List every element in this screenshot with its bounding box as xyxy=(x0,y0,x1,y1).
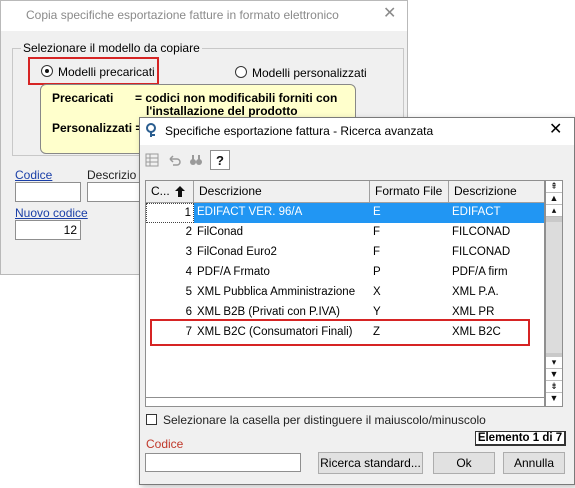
undo-icon[interactable] xyxy=(164,150,184,170)
vertical-scrollbar[interactable]: ⇞ ▲ ▴ ▾ ▼ ⇟ ▼ xyxy=(545,180,563,407)
scroll-up-icon[interactable]: ▴ xyxy=(546,205,562,217)
row-formato: E xyxy=(370,203,449,223)
descrizione-field[interactable] xyxy=(87,182,141,202)
scroll-page-up-icon[interactable]: ▲ xyxy=(546,193,562,205)
column-header-code[interactable]: C... xyxy=(146,181,194,203)
info-precaricati-value: = codici non modificabili forniti con xyxy=(135,91,338,105)
search-dialog-title: Specifiche esportazione fattura - Ricerc… xyxy=(165,124,434,138)
row-descrizione: FilConad xyxy=(197,226,244,238)
table-row[interactable]: 3 FilConad Euro2 F FILCONAD xyxy=(146,243,544,263)
case-sensitive-checkbox[interactable] xyxy=(146,414,157,425)
help-icon[interactable]: ? xyxy=(210,150,230,170)
info-precaricati-line2: l'installazione del prodotto xyxy=(146,104,298,118)
scroll-bottom-icon[interactable]: ⇟ xyxy=(546,381,562,393)
binoculars-icon[interactable] xyxy=(186,150,206,170)
copy-dialog-title: Copia specifiche esportazione fatture in… xyxy=(26,8,339,22)
search-dialog-titlebar: Specifiche esportazione fattura - Ricerc… xyxy=(140,118,574,145)
row-code: 5 xyxy=(185,286,192,298)
row-descrizione2: FILCONAD xyxy=(452,246,511,258)
row-descrizione2: XML P.A. xyxy=(452,286,499,298)
scroll-track[interactable] xyxy=(546,222,562,353)
sort-arrow-icon xyxy=(175,186,185,197)
row-highlight-box xyxy=(150,319,530,346)
results-grid: C... Descrizione Formato File Descrizion… xyxy=(145,180,545,398)
row-formato: F xyxy=(373,246,381,258)
scroll-down-icon[interactable]: ▾ xyxy=(546,357,562,369)
row-code: 4 xyxy=(185,266,192,278)
scroll-top-icon[interactable]: ⇞ xyxy=(546,181,562,193)
codice-field[interactable] xyxy=(15,182,81,202)
radio-precaricati[interactable] xyxy=(41,65,53,77)
info-precaricati-key: Precaricati xyxy=(52,91,114,105)
ricerca-standard-button[interactable]: Ricerca standard... xyxy=(318,452,423,474)
row-descrizione: FilConad Euro2 xyxy=(197,246,277,258)
row-code: 2 xyxy=(185,226,192,238)
close-icon[interactable]: ✕ xyxy=(549,122,562,138)
search-key-icon xyxy=(145,123,160,141)
annulla-button[interactable]: Annulla xyxy=(503,452,565,474)
row-code: 1 xyxy=(146,203,194,223)
status-indicator: Elemento 1 di 7 xyxy=(475,431,566,446)
row-descrizione2: EDIFACT xyxy=(449,203,544,223)
column-header-formato[interactable]: Formato File xyxy=(370,181,449,203)
scroll-end-icon[interactable]: ▼ xyxy=(546,393,562,406)
table-row[interactable]: 4 PDF/A Frmato P PDF/A firm xyxy=(146,263,544,283)
grid-icon[interactable] xyxy=(142,150,162,170)
row-descrizione2: PDF/A firm xyxy=(452,266,508,278)
table-row[interactable]: 5 XML Pubblica Amministrazione X XML P.A. xyxy=(146,283,544,303)
row-descrizione: PDF/A Frmato xyxy=(197,266,270,278)
nuovo-codice-link[interactable]: Nuovo codice xyxy=(15,206,88,220)
row-formato: P xyxy=(373,266,381,278)
ok-button[interactable]: Ok xyxy=(433,452,495,474)
codice-label: Codice xyxy=(146,437,184,451)
row-descrizione: EDIFACT VER. 96/A xyxy=(194,203,370,223)
nuovo-codice-field[interactable]: 12 xyxy=(15,220,81,240)
codice-input[interactable] xyxy=(145,453,301,472)
descrizione-label: Descrizio xyxy=(87,168,137,182)
info-personalizzati-key: Personalizzati = xyxy=(52,121,143,135)
row-formato: F xyxy=(373,226,381,238)
close-icon[interactable]: ✕ xyxy=(383,6,396,22)
column-header-descrizione2[interactable]: Descrizione xyxy=(449,181,544,203)
grid-bottom-area xyxy=(145,398,545,407)
radio-personalizzati-label: Modelli personalizzati xyxy=(252,66,367,80)
radio-personalizzati[interactable] xyxy=(235,66,247,78)
group-label: Selezionare il modello da copiare xyxy=(21,41,202,55)
radio-precaricati-label: Modelli precaricati xyxy=(58,65,155,79)
row-descrizione: XML Pubblica Amministrazione xyxy=(197,286,356,298)
codice-link[interactable]: Codice xyxy=(15,168,52,182)
row-code: 3 xyxy=(185,246,192,258)
copy-dialog-titlebar: Copia specifiche esportazione fatture in… xyxy=(1,1,407,31)
scroll-page-down-icon[interactable]: ▼ xyxy=(546,369,562,381)
column-header-descrizione[interactable]: Descrizione xyxy=(194,181,370,203)
advanced-search-dialog: Specifiche esportazione fattura - Ricerc… xyxy=(139,117,575,485)
row-descrizione2: FILCONAD xyxy=(452,226,511,238)
row-formato: X xyxy=(373,286,381,298)
case-sensitive-label: Selezionare la casella per distinguere i… xyxy=(163,413,486,427)
table-row[interactable]: 1 EDIFACT VER. 96/A E EDIFACT xyxy=(146,203,544,223)
table-row[interactable]: 2 FilConad F FILCONAD xyxy=(146,223,544,243)
